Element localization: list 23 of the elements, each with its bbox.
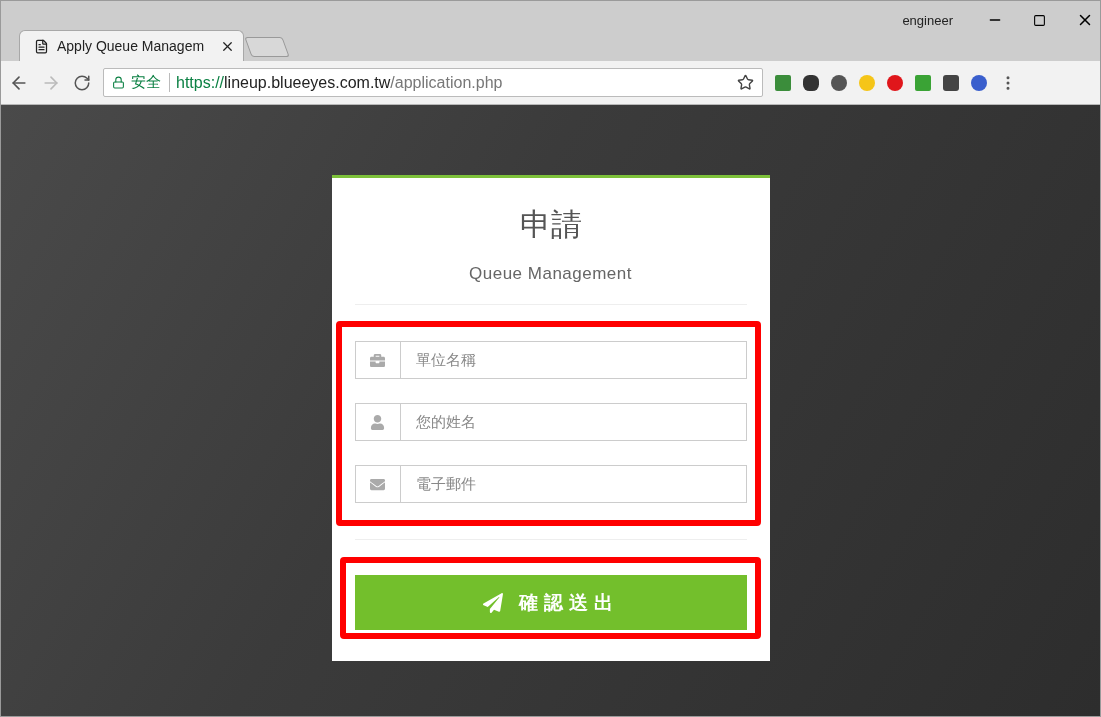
lock-icon — [112, 76, 125, 89]
envelope-icon — [370, 476, 385, 492]
address-bar[interactable]: 安全 https://lineup.blueeyes.com.tw/application.php — [103, 68, 763, 97]
briefcase-icon — [370, 352, 385, 368]
person-icon — [370, 414, 385, 430]
extension-icon[interactable] — [943, 74, 959, 91]
paper-plane-icon — [482, 592, 503, 613]
extension-icon[interactable] — [971, 74, 987, 91]
form-title: 申請 — [519, 205, 582, 244]
input-field[interactable]: 單位名稱 — [400, 341, 747, 379]
reload-icon[interactable] — [73, 73, 91, 92]
extension-icon[interactable] — [803, 74, 819, 91]
url-text: https://lineup.blueeyes.com.tw/application.php — [176, 73, 504, 92]
bookmark-star-icon[interactable] — [737, 74, 754, 91]
maximize-icon[interactable] — [1033, 13, 1046, 27]
user-name: engineer — [902, 12, 953, 28]
secure-label: 安全 — [131, 73, 170, 92]
browser-tab[interactable]: Apply Queue Managem — [19, 30, 244, 61]
form-subtitle: Queue Management — [469, 264, 632, 284]
extension-icon[interactable] — [831, 74, 847, 91]
page-icon — [34, 38, 49, 54]
input-field[interactable]: 電子郵件 — [400, 465, 747, 503]
input-field[interactable]: 您的姓名 — [400, 403, 747, 441]
